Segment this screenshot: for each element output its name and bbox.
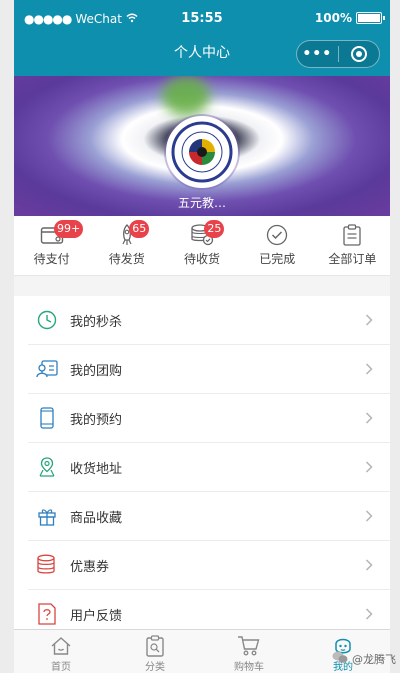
menu-label: 我的秒杀	[70, 314, 123, 330]
check-circle-icon	[264, 224, 290, 246]
more-button[interactable]: •••	[297, 41, 338, 67]
avatar[interactable]	[166, 116, 238, 188]
menu-item-coupons[interactable]: 优惠券	[28, 541, 390, 590]
order-label: 全部订单	[328, 252, 377, 266]
order-pending-payment[interactable]: 待支付 99+	[14, 216, 89, 275]
menu-list: 我的秒杀 我的团购 我的预约 收货地址 商品收藏 优惠券 用户反馈	[14, 296, 390, 639]
order-all[interactable]: 全部订单	[315, 216, 390, 275]
count-badge: 65	[129, 220, 150, 238]
phone-screen: ●●●●● WeChat 15:55 100% 个人中心 ••• 五元教… 待支…	[14, 0, 390, 673]
mini-program-capsule: •••	[296, 40, 380, 68]
category-icon	[143, 634, 167, 657]
tab-label: 分类	[145, 662, 165, 673]
chevron-right-icon	[362, 313, 376, 327]
clipboard-icon	[339, 224, 365, 246]
chevron-right-icon	[362, 558, 376, 572]
phone-icon	[36, 407, 58, 429]
watermark-text: @龙腾飞	[352, 652, 396, 666]
banner-decoration	[162, 76, 210, 116]
menu-item-favorites[interactable]: 商品收藏	[28, 492, 390, 541]
chevron-right-icon	[362, 411, 376, 425]
tab-label: 首页	[51, 662, 71, 673]
chevron-right-icon	[362, 460, 376, 474]
menu-label: 优惠券	[70, 559, 110, 575]
feedback-icon	[36, 603, 58, 625]
menu-label: 我的预约	[70, 412, 123, 428]
tab-cart[interactable]: 购物车	[202, 630, 296, 673]
menu-item-reservation[interactable]: 我的预约	[28, 394, 390, 443]
chevron-right-icon	[362, 607, 376, 621]
order-label: 待收货	[184, 252, 221, 266]
tab-label: 购物车	[234, 662, 264, 673]
order-label: 待发货	[108, 252, 145, 266]
clock-icon	[36, 309, 58, 331]
tab-category[interactable]: 分类	[108, 630, 202, 673]
close-button[interactable]	[339, 41, 380, 67]
school-logo-icon	[171, 121, 233, 183]
status-bar: ●●●●● WeChat 15:55 100%	[14, 0, 390, 40]
gift-icon	[36, 505, 58, 527]
location-icon	[36, 456, 58, 478]
tab-home[interactable]: 首页	[14, 630, 108, 673]
menu-label: 用户反馈	[70, 608, 123, 624]
nav-bar: 个人中心 •••	[14, 40, 390, 76]
menu-label: 我的团购	[70, 363, 123, 379]
watermark: @龙腾飞	[332, 650, 396, 667]
order-label: 待支付	[33, 252, 70, 266]
count-badge: 25	[204, 220, 225, 238]
more-dots-icon: •••	[302, 46, 333, 62]
menu-item-flash-sale[interactable]: 我的秒杀	[28, 296, 390, 345]
order-completed[interactable]: 已完成	[240, 216, 315, 275]
close-ring-icon	[350, 46, 367, 62]
group-card-icon	[36, 358, 58, 380]
chevron-right-icon	[362, 509, 376, 523]
watermark-logo-icon	[332, 650, 348, 667]
order-label: 已完成	[259, 252, 296, 266]
profile-banner: 五元教…	[14, 76, 390, 216]
battery-icon	[356, 12, 385, 24]
order-status-bar: 待支付 99+ 待发货 65 待收货 25 已完成 全部订单	[14, 216, 390, 276]
count-badge: 99+	[54, 220, 84, 238]
menu-item-group-buy[interactable]: 我的团购	[28, 345, 390, 394]
battery-percent: 100%	[314, 11, 352, 25]
menu-label: 收货地址	[70, 461, 123, 477]
username: 五元教…	[177, 196, 226, 210]
coupon-stack-icon	[36, 554, 58, 576]
home-icon	[49, 634, 73, 657]
order-pending-receipt[interactable]: 待收货 25	[164, 216, 239, 275]
chevron-right-icon	[362, 362, 376, 376]
menu-label: 商品收藏	[70, 510, 123, 526]
cart-icon	[237, 634, 261, 657]
order-pending-shipment[interactable]: 待发货 65	[89, 216, 164, 275]
section-gap	[14, 276, 390, 296]
battery-group: 100%	[314, 11, 385, 25]
menu-item-address[interactable]: 收货地址	[28, 443, 390, 492]
